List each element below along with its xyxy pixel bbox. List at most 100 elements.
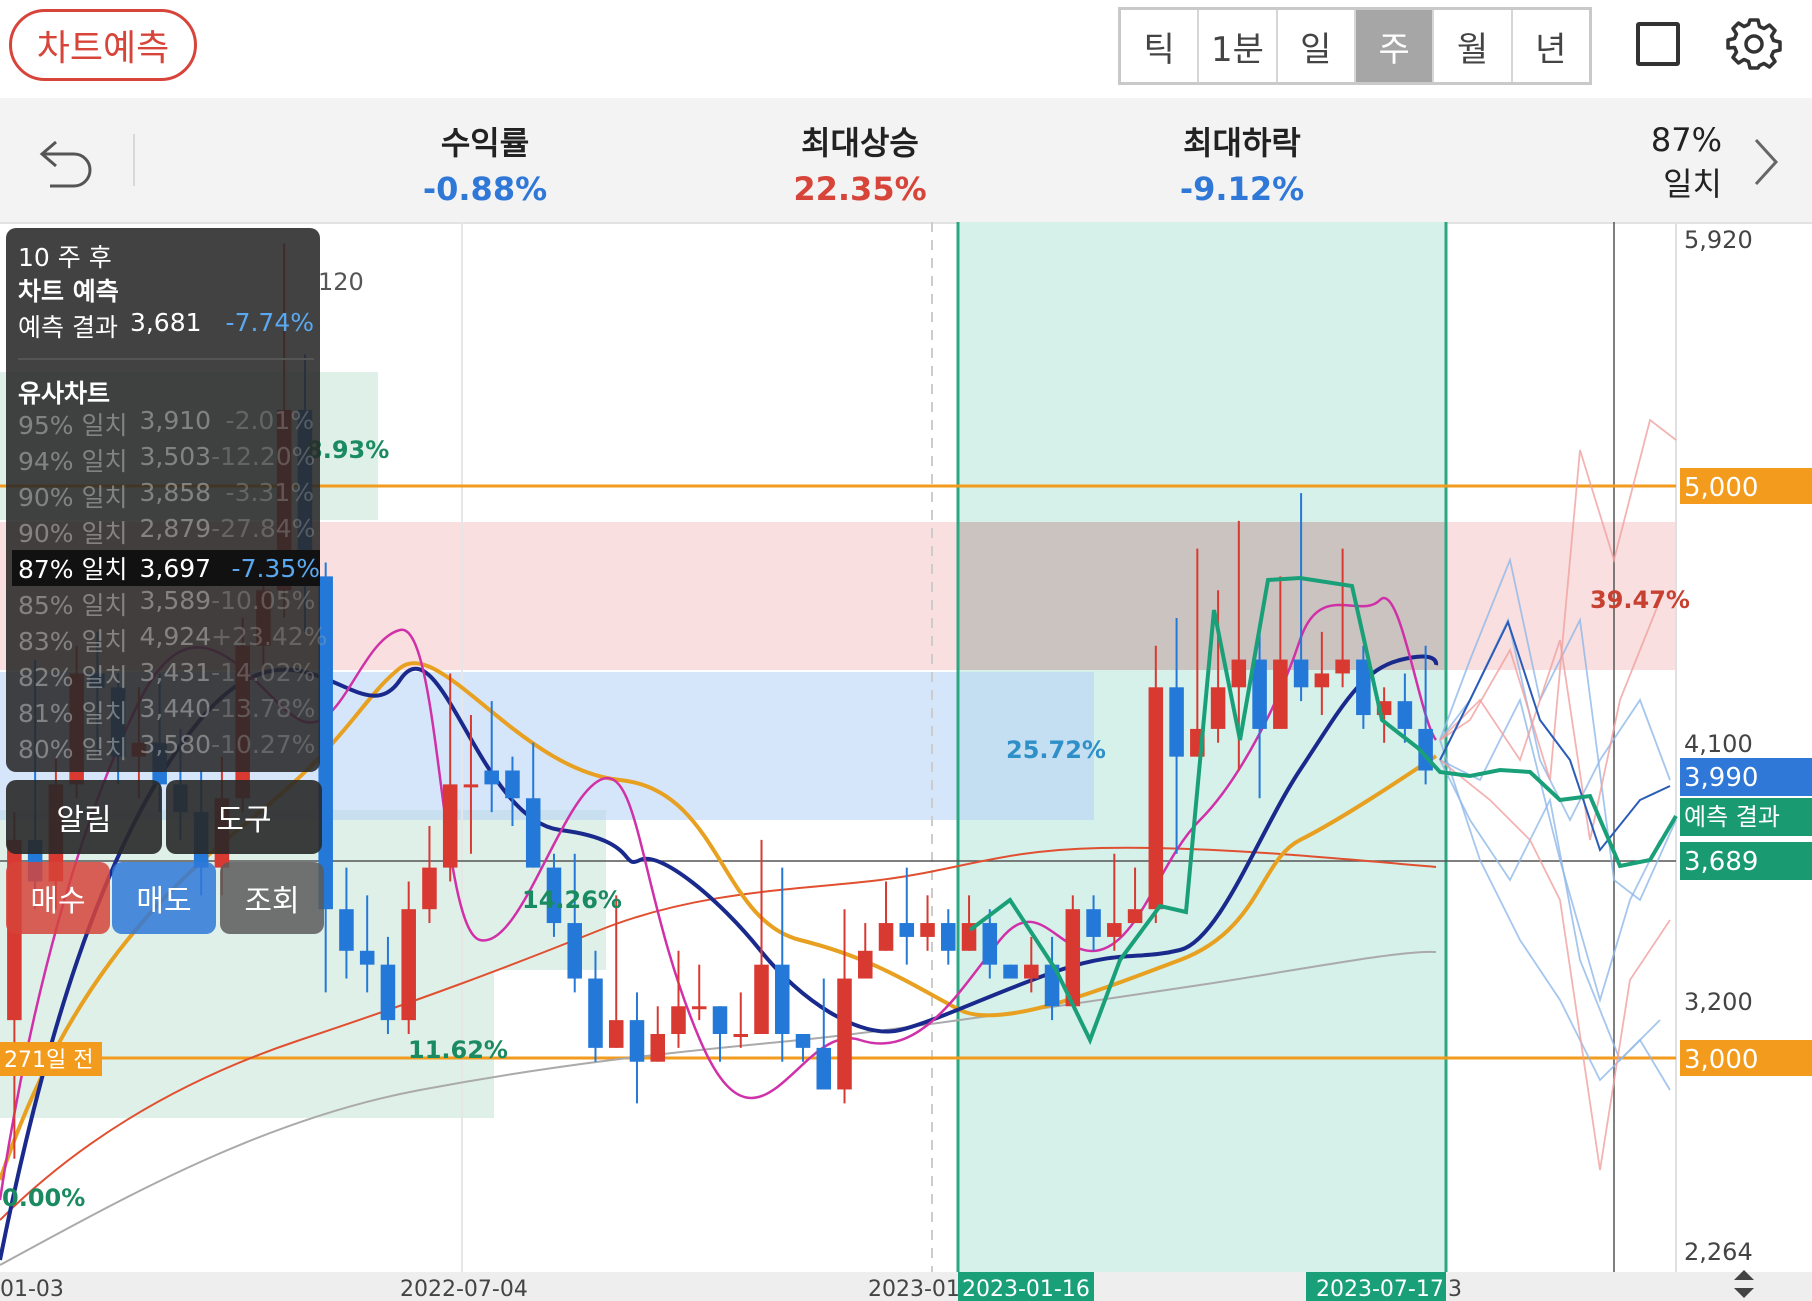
similar-match: 94% 일치	[18, 447, 128, 476]
chevron-right-icon[interactable]	[1748, 134, 1784, 190]
gear-icon[interactable]	[1726, 16, 1782, 72]
match-indicator[interactable]: 87% 일치	[1636, 118, 1722, 206]
annotation-4: 25.72%	[1006, 736, 1106, 764]
tab-week[interactable]: 주	[1355, 10, 1435, 82]
similar-row[interactable]: 94% 일치 3,503 -12.20%	[18, 442, 316, 478]
candle-body	[795, 1034, 811, 1048]
result-row: 예측 결과 3,681 -7.74%	[18, 308, 314, 344]
candle-body	[774, 964, 790, 1035]
fullscreen-icon[interactable]	[1636, 22, 1680, 66]
candle-body	[1231, 659, 1247, 688]
buy-button[interactable]: 매수	[6, 862, 110, 934]
candle-body	[608, 1020, 624, 1048]
similar-row[interactable]: 83% 일치 4,924 +23.42%	[18, 622, 327, 658]
max-rise-label: 최대상승	[801, 124, 919, 162]
y-label-bottom: 2,264	[1684, 1238, 1753, 1266]
similar-value: 3,580	[139, 730, 212, 759]
candle-body	[1107, 923, 1122, 937]
alert-button[interactable]: 알림	[6, 780, 162, 854]
similar-row[interactable]: 80% 일치 3,580 -10.27%	[18, 730, 316, 766]
match-value: 87%	[1650, 121, 1722, 159]
match-label: 일치	[1663, 165, 1722, 203]
candle-body	[422, 867, 437, 910]
projection-line	[1439, 759, 1671, 1171]
candle-body	[1169, 687, 1184, 757]
similar-value: 3,440	[139, 694, 212, 723]
candle-body	[858, 950, 873, 979]
annotation-6: 0.00%	[2, 1184, 85, 1212]
similar-row[interactable]: 90% 일치 3,858 -3.31%	[18, 478, 314, 514]
candle-body	[1397, 701, 1413, 729]
candle-body	[401, 909, 416, 1021]
similar-pct: -13.78%	[211, 694, 316, 723]
candle-body	[671, 1006, 686, 1035]
candle-body	[1314, 673, 1330, 688]
sell-button[interactable]: 매도	[112, 862, 216, 934]
tools-button[interactable]: 도구	[166, 780, 322, 854]
tab-day[interactable]: 일	[1278, 10, 1356, 82]
similar-row[interactable]: 87% 일치 3,697 -7.35%	[12, 550, 320, 586]
stats-bar: 수익률 -0.88% 최대상승 22.35% 최대하락 -9.12% 87% 일…	[0, 98, 1812, 224]
similar-pct: -12.20%	[211, 442, 316, 471]
stat-max-fall: 최대하락 -9.12%	[1162, 118, 1322, 208]
return-value: -0.88%	[422, 170, 548, 208]
x-label-6: 3	[1448, 1277, 1462, 1301]
similar-match: 83% 일치	[18, 627, 128, 656]
price-tag-predict-label: 예측 결과	[1684, 803, 1780, 831]
similar-row[interactable]: 82% 일치 3,431 -14.02%	[18, 658, 316, 694]
chart-predict-button[interactable]: 차트예측	[9, 9, 197, 81]
similar-row[interactable]: 95% 일치 3,910 -2.01%	[18, 406, 314, 442]
result-value: 3,681	[129, 308, 202, 337]
tab-month[interactable]: 월	[1434, 10, 1513, 82]
similar-value: 3,910	[139, 406, 212, 435]
price-tag-3000: 3,000	[1684, 1045, 1758, 1075]
tab-year[interactable]: 년	[1513, 10, 1589, 82]
y-label-4100: 4,100	[1684, 730, 1753, 758]
max-rise-value: 22.35%	[793, 170, 927, 208]
ma-legend-120: 120	[318, 268, 364, 296]
tab-1min[interactable]: 1분	[1199, 10, 1278, 82]
similar-match: 90% 일치	[18, 483, 128, 512]
similar-value: 3,858	[139, 478, 212, 507]
candle-body	[1127, 909, 1143, 924]
similar-row[interactable]: 81% 일치 3,440 -13.78%	[18, 694, 316, 730]
price-tag-5000: 5,000	[1684, 473, 1758, 503]
max-fall-label: 최대하락	[1183, 124, 1301, 162]
similar-match: 95% 일치	[18, 411, 128, 440]
similar-value: 3,697	[139, 553, 212, 583]
similar-pct: +23.42%	[211, 622, 328, 651]
candle-body	[754, 964, 769, 1035]
divider	[133, 134, 135, 186]
candle-body	[442, 784, 458, 868]
similar-value: 3,503	[139, 442, 212, 471]
similar-value: 4,924	[139, 622, 212, 651]
tab-tick[interactable]: 틱	[1121, 10, 1200, 82]
result-pct: -7.74%	[225, 308, 314, 337]
query-button[interactable]: 조회	[220, 862, 324, 934]
candle-body	[505, 770, 520, 799]
similar-row[interactable]: 90% 일치 2,879 -27.84%	[18, 514, 315, 550]
candle-body	[588, 978, 603, 1048]
price-tag-current: 3,990	[1684, 763, 1758, 793]
similar-row[interactable]: 85% 일치 3,589 -10.05%	[18, 586, 315, 622]
candle-body	[1293, 659, 1309, 688]
similar-pct: -10.27%	[211, 730, 316, 759]
top-bar: 차트예측 틱 1분 일 주 월 년	[0, 0, 1812, 98]
similar-match: 90% 일치	[18, 519, 128, 548]
similar-value: 3,431	[139, 658, 212, 687]
similar-pct: -2.01%	[225, 406, 314, 435]
similar-pct: -14.02%	[211, 658, 316, 687]
similar-pct: -7.35%	[231, 553, 320, 583]
similar-value: 3,589	[139, 586, 212, 615]
undo-icon[interactable]	[36, 130, 96, 190]
prediction-panel: 10 주 후 차트 예측 예측 결과 3,681 -7.74% 유사차트 95%…	[6, 228, 327, 772]
candle-body	[380, 964, 396, 1021]
stat-max-rise: 최대상승 22.35%	[780, 118, 940, 208]
candle-body	[567, 923, 582, 979]
level-label-271: 271일 전	[4, 1048, 93, 1073]
candle-body	[1148, 687, 1164, 910]
panel-title: 차트 예측	[18, 277, 119, 306]
candle-body	[359, 950, 375, 965]
horizon-label: 10 주 후	[18, 243, 112, 272]
candle-body	[1003, 964, 1018, 979]
